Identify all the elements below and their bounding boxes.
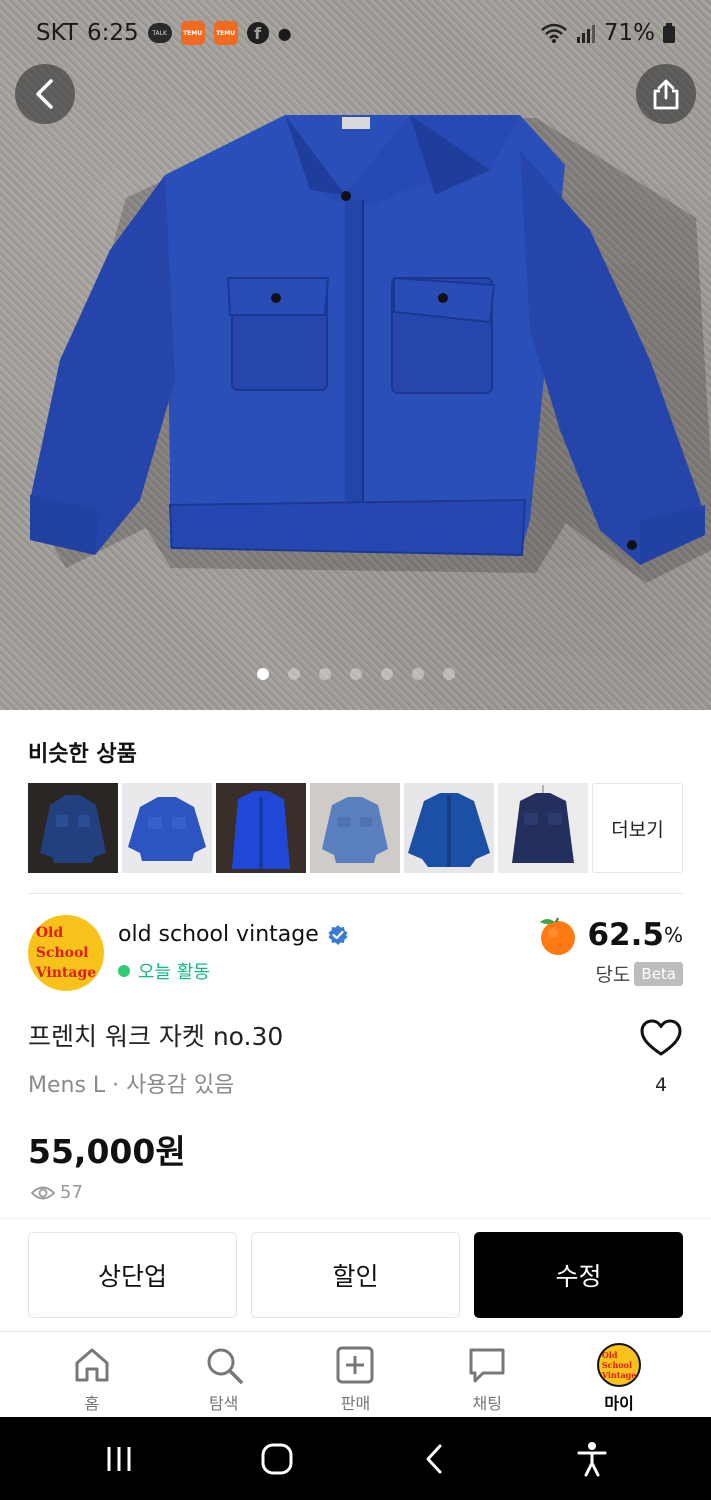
more-similar-button[interactable]: 더보기 [592, 783, 683, 873]
back-arrow-icon [426, 1444, 442, 1473]
home-circle-icon [261, 1443, 293, 1474]
eye-icon [30, 1186, 56, 1199]
seller-name: old school vintage [118, 922, 319, 947]
verified-badge-icon [328, 924, 348, 945]
nav-item-sell[interactable]: 판매 [300, 1332, 410, 1417]
like-button[interactable]: 4 [639, 1018, 683, 1096]
manner-label: 당도 [595, 964, 631, 986]
carousel-indicator [0, 668, 711, 680]
manner-value: 62.5 [587, 917, 664, 953]
product-meta: Mens L · 사용감 있음 [28, 1073, 235, 1098]
seller-avatar[interactable]: Old School Vintage [28, 915, 104, 991]
product-title: 프렌치 워크 자켓 no.30 [28, 1022, 284, 1051]
accessibility-button[interactable] [562, 1429, 622, 1489]
nav-item-home[interactable]: 홈 [37, 1332, 147, 1417]
carrier-text: SKT [36, 20, 78, 46]
jacket-photo [30, 115, 711, 583]
home-system-button[interactable] [247, 1429, 307, 1489]
similar-product-thumb[interactable] [216, 783, 306, 873]
nav-label: 홈 [84, 1394, 100, 1413]
similar-products-list: 더보기 [28, 783, 683, 873]
activity-label: 오늘 활동 [138, 962, 210, 983]
tangerine-icon [540, 917, 576, 955]
seller-activity: 오늘 활동 [118, 958, 210, 984]
more-notifications-icon: ● [277, 23, 292, 43]
seller-manner-score[interactable]: 62.5% 당도 Beta [535, 914, 683, 987]
carousel-dot[interactable] [256, 668, 269, 680]
kakaotalk-icon: TALK [147, 23, 172, 43]
product-price: 55,000원 [28, 1132, 186, 1171]
bottom-nav: 홈 탐색 판매 채팅 Old School Vintage 마이 [0, 1331, 711, 1417]
carousel-dot[interactable] [349, 668, 362, 680]
accessibility-icon [577, 1441, 607, 1476]
chevron-left-icon [36, 79, 53, 109]
profile-avatar-icon: Old School Vintage [597, 1343, 642, 1387]
beta-badge: Beta [634, 961, 683, 986]
carousel-dot[interactable] [411, 668, 424, 680]
similar-product-thumb[interactable] [122, 783, 212, 873]
product-detail-screen: { "status_bar": { "carrier": "SKT", "tim… [0, 0, 711, 1500]
recent-apps-icon [107, 1446, 131, 1471]
battery-icon [663, 23, 675, 43]
status-bar: SKT 6:25 TALK TEMU TEMU f ● 71% [0, 0, 711, 66]
carousel-dot[interactable] [380, 668, 393, 680]
similar-products-title: 비슷한 상품 [28, 742, 137, 767]
seller-name-row[interactable]: old school vintage [118, 922, 349, 947]
nav-item-my[interactable]: Old School Vintage 마이 [564, 1332, 674, 1417]
view-count: 57 [30, 1182, 83, 1203]
view-count-text: 57 [60, 1182, 83, 1203]
similar-product-thumb[interactable] [310, 783, 400, 873]
system-navigation-bar [0, 1417, 711, 1500]
action-buttons: 상단업 할인 수정 [28, 1232, 683, 1318]
avatar-text-line: Old [35, 925, 64, 941]
search-icon [207, 1348, 243, 1384]
carousel-dot[interactable] [287, 668, 300, 680]
divider [0, 1218, 711, 1219]
carousel-dot[interactable] [442, 668, 455, 680]
similar-product-thumb[interactable] [28, 783, 118, 873]
time-text: 6:25 [86, 20, 139, 46]
avatar-text-line: Vintage [35, 965, 97, 981]
chat-icon [469, 1348, 505, 1383]
like-count: 4 [654, 1074, 668, 1096]
share-icon [653, 79, 679, 110]
facebook-icon: f [246, 22, 269, 44]
similar-product-thumb[interactable] [404, 783, 494, 873]
product-image-carousel[interactable]: SKT 6:25 TALK TEMU TEMU f ● 71% [0, 0, 711, 710]
divider [28, 893, 683, 894]
system-back-button[interactable] [404, 1429, 464, 1489]
temu-icon-2: TEMU [213, 21, 238, 45]
nav-label: 탐색 [208, 1394, 239, 1413]
temu-icon: TEMU [180, 21, 205, 45]
nav-label: 채팅 [472, 1394, 502, 1413]
similar-product-thumb[interactable] [498, 783, 588, 873]
wifi-icon [541, 23, 567, 43]
carousel-dot[interactable] [318, 668, 331, 680]
back-button[interactable] [15, 64, 75, 124]
signal-icon [576, 25, 595, 43]
discount-button[interactable]: 할인 [251, 1232, 460, 1318]
edit-button[interactable]: 수정 [474, 1232, 683, 1318]
share-button[interactable] [636, 64, 696, 124]
online-dot-icon [118, 965, 130, 977]
nav-label: 판매 [340, 1394, 371, 1413]
avatar-text-line: School [35, 945, 89, 961]
nav-item-search[interactable]: 탐색 [169, 1332, 279, 1417]
manner-unit: % [663, 923, 683, 947]
battery-text: 71% [603, 20, 655, 46]
nav-item-chat[interactable]: 채팅 [432, 1332, 542, 1417]
heart-icon [640, 1019, 682, 1056]
plus-square-icon [336, 1346, 374, 1384]
bump-button[interactable]: 상단업 [28, 1232, 237, 1318]
recent-apps-button[interactable] [89, 1429, 149, 1489]
home-icon [75, 1348, 109, 1382]
nav-label: 마이 [604, 1394, 634, 1413]
